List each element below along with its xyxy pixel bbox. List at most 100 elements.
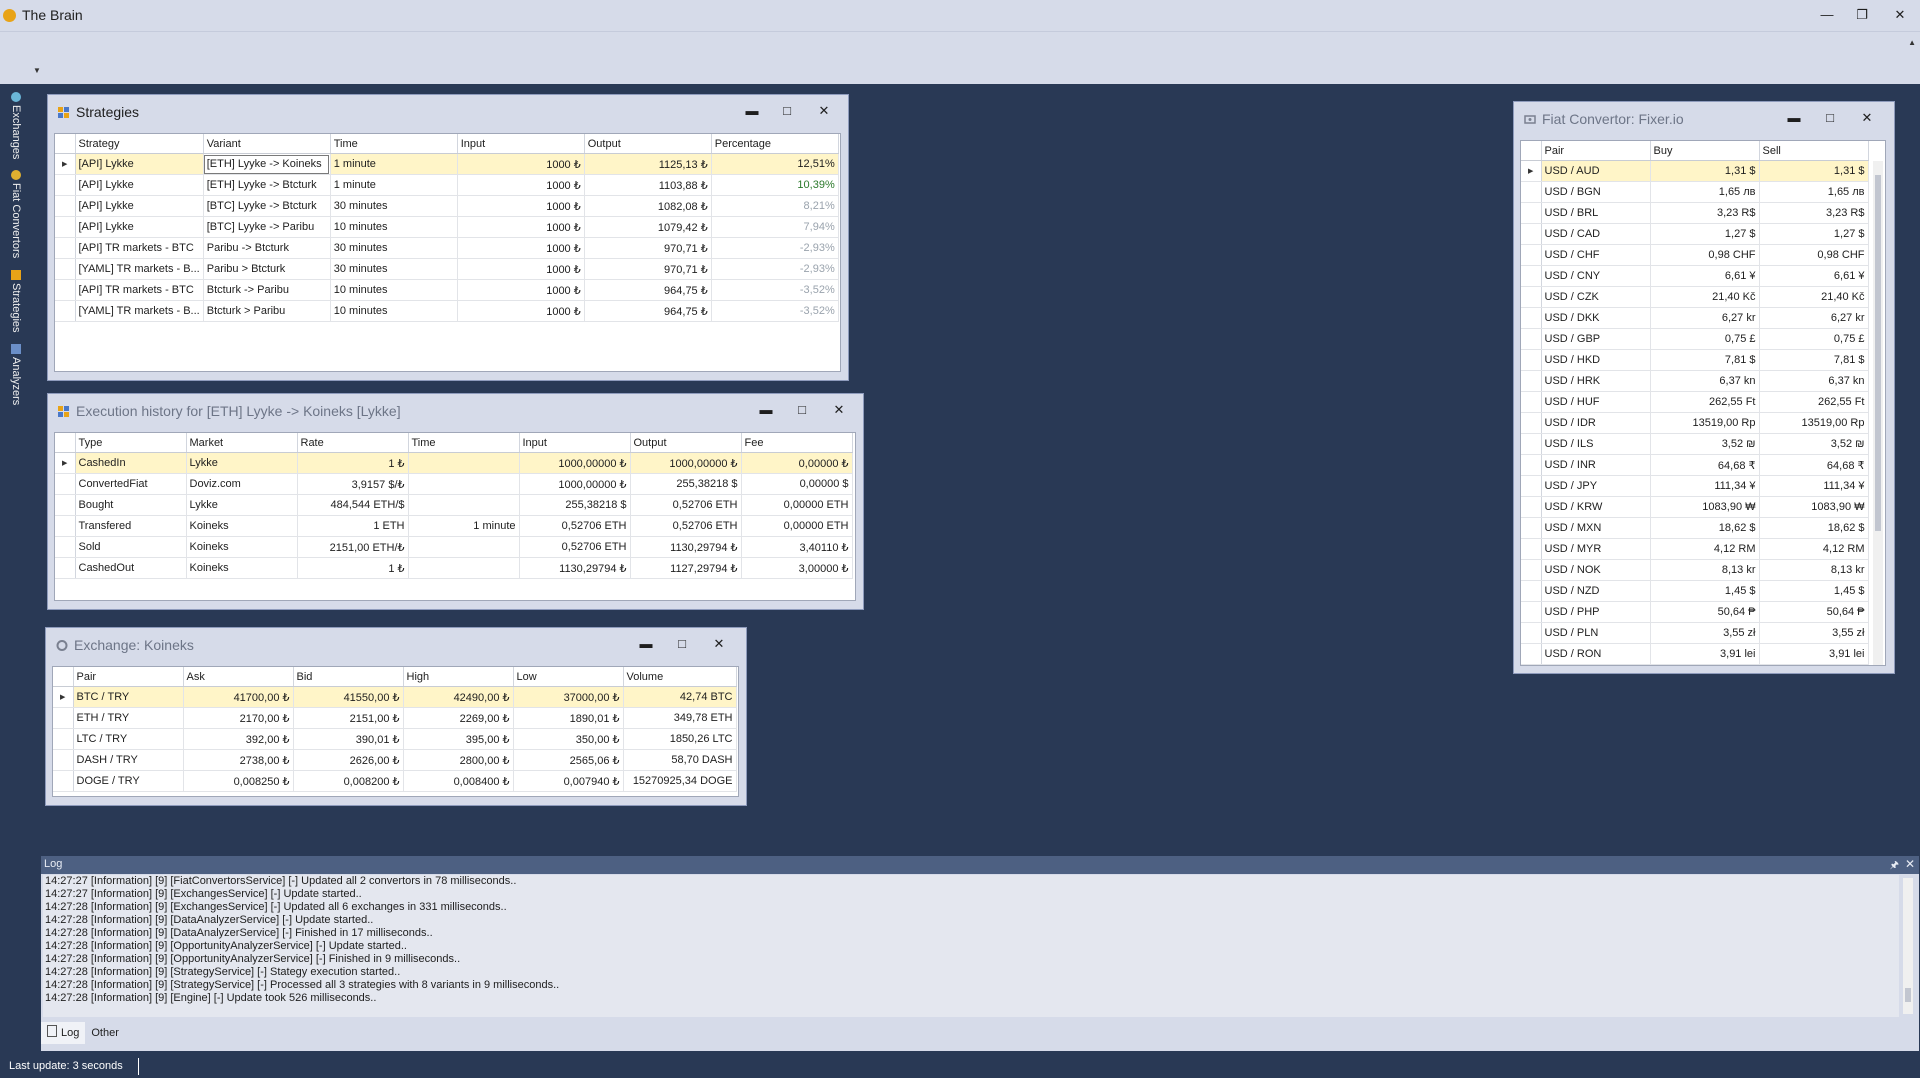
table-cell[interactable]: 3,91 lei <box>1759 643 1869 665</box>
column-header[interactable]: Low <box>513 667 624 687</box>
table-cell[interactable]: 1103,88 ₺ <box>584 174 712 196</box>
table-cell[interactable]: [YAML] TR markets - B... <box>75 258 204 280</box>
row-indicator[interactable] <box>1521 538 1542 560</box>
table-cell[interactable]: 3,23 R$ <box>1759 202 1869 224</box>
table-cell[interactable]: 2738,00 ₺ <box>183 749 294 771</box>
table-cell[interactable]: 1130,29794 ₺ <box>630 536 742 558</box>
table-cell[interactable]: 41700,00 ₺ <box>183 686 294 708</box>
table-cell[interactable]: 1000 ₺ <box>457 153 585 175</box>
table-row[interactable]: USD / JPY 111,34 ¥111,34 ¥ <box>1521 475 1869 497</box>
table-cell[interactable]: USD / CNY <box>1541 265 1651 287</box>
table-cell[interactable]: CashedIn <box>75 452 187 474</box>
table-cell[interactable]: 7,94% <box>711 216 839 238</box>
ribbon-collapse-icon[interactable]: ▲ <box>1908 38 1916 47</box>
table-cell[interactable]: BTC / TRY <box>73 686 184 708</box>
table-cell[interactable]: 1000 ₺ <box>457 174 585 196</box>
table-cell[interactable]: Paribu > Btcturk <box>203 258 331 280</box>
exchange-maximize-button[interactable]: □ <box>672 634 692 654</box>
table-cell[interactable]: 0,98 CHF <box>1759 244 1869 266</box>
table-cell[interactable]: 12,51% <box>711 153 839 175</box>
table-cell[interactable]: 21,40 Kč <box>1650 286 1760 308</box>
table-cell[interactable]: 255,38218 $ <box>630 473 742 495</box>
table-cell[interactable]: 3,52 ₪ <box>1650 433 1760 455</box>
table-cell[interactable]: 390,01 ₺ <box>293 728 404 750</box>
table-cell[interactable]: 58,70 DASH <box>623 749 737 771</box>
table-cell[interactable]: 10 minutes <box>330 279 458 301</box>
table-cell[interactable]: 1083,90 ₩ <box>1650 496 1760 518</box>
table-cell[interactable]: 1 minute <box>330 153 458 175</box>
table-cell[interactable]: USD / ILS <box>1541 433 1651 455</box>
execution-minimize-button[interactable]: ▬ <box>756 400 776 420</box>
table-cell[interactable]: 0,52706 ETH <box>519 515 631 537</box>
table-cell[interactable]: 1000,00000 ₺ <box>630 452 742 474</box>
table-cell[interactable]: 1127,29794 ₺ <box>630 557 742 579</box>
fiat-maximize-button[interactable]: □ <box>1820 108 1840 128</box>
table-cell[interactable]: 0,008250 ₺ <box>183 770 294 792</box>
table-cell[interactable]: [API] TR markets - BTC <box>75 237 204 259</box>
table-cell[interactable]: 0,75 £ <box>1650 328 1760 350</box>
table-cell[interactable]: 255,38218 $ <box>519 494 631 516</box>
table-cell[interactable]: Koineks <box>186 536 298 558</box>
row-indicator[interactable] <box>55 300 76 322</box>
column-header[interactable]: Rate <box>297 433 409 453</box>
table-cell[interactable]: USD / PLN <box>1541 622 1651 644</box>
table-cell[interactable]: -3,52% <box>711 279 839 301</box>
fiat-close-button[interactable]: ✕ <box>1857 108 1877 128</box>
table-cell[interactable]: 2565,06 ₺ <box>513 749 624 771</box>
table-row[interactable]: ▶ [API] Lykke [ETH] Lyyke -> Koineks 1 minu… <box>55 153 839 175</box>
table-cell[interactable]: 0,52706 ETH <box>630 515 742 537</box>
row-indicator[interactable] <box>1521 223 1542 245</box>
table-cell[interactable]: 6,61 ¥ <box>1759 265 1869 287</box>
table-cell[interactable]: 4,12 RM <box>1759 538 1869 560</box>
column-header[interactable]: Sell <box>1759 141 1869 161</box>
table-cell[interactable]: USD / BRL <box>1541 202 1651 224</box>
row-indicator[interactable] <box>1521 643 1542 665</box>
table-cell[interactable]: 3,52 ₪ <box>1759 433 1869 455</box>
table-cell[interactable]: USD / BGN <box>1541 181 1651 203</box>
table-cell[interactable]: 1000 ₺ <box>457 300 585 322</box>
table-cell[interactable]: Bought <box>75 494 187 516</box>
table-cell[interactable]: 0,75 £ <box>1759 328 1869 350</box>
table-row[interactable]: ConvertedFiat Doviz.com 3,9157 $/₺ 1000,000… <box>55 473 853 495</box>
row-indicator[interactable] <box>55 216 76 238</box>
row-indicator[interactable] <box>1521 517 1542 539</box>
table-row[interactable]: USD / PLN 3,55 zł 3,55 zł <box>1521 622 1869 644</box>
table-cell[interactable]: 970,71 ₺ <box>584 237 712 259</box>
row-indicator[interactable] <box>1521 202 1542 224</box>
table-cell[interactable]: 1000 ₺ <box>457 237 585 259</box>
table-cell[interactable]: ConvertedFiat <box>75 473 187 495</box>
table-row[interactable]: USD / MXN 18,62 $18,62 $ <box>1521 517 1869 539</box>
table-cell[interactable]: USD / CHF <box>1541 244 1651 266</box>
table-cell[interactable]: USD / HRK <box>1541 370 1651 392</box>
table-row[interactable]: USD / CHF 0,98 CHF 0,98 CHF <box>1521 244 1869 266</box>
execution-maximize-button[interactable]: □ <box>792 400 812 420</box>
table-cell[interactable]: 1,27 $ <box>1650 223 1760 245</box>
table-cell[interactable]: USD / KRW <box>1541 496 1651 518</box>
table-cell[interactable]: 111,34 ¥ <box>1759 475 1869 497</box>
row-indicator[interactable] <box>55 515 76 537</box>
table-row[interactable]: USD / HKD 7,81 $7,81 $ <box>1521 349 1869 371</box>
table-cell[interactable]: 2626,00 ₺ <box>293 749 404 771</box>
tab-other[interactable]: Other <box>85 1022 125 1044</box>
strategies-close-button[interactable]: ✕ <box>814 101 834 121</box>
table-cell[interactable]: [BTC] Lyyke -> Paribu <box>203 216 331 238</box>
row-indicator[interactable] <box>1521 328 1542 350</box>
table-cell[interactable]: USD / RON <box>1541 643 1651 665</box>
table-cell[interactable]: 350,00 ₺ <box>513 728 624 750</box>
fiat-minimize-button[interactable]: ▬ <box>1784 108 1804 128</box>
table-cell[interactable]: [API] Lykke <box>75 174 204 196</box>
table-row[interactable]: USD / PHP 50,64 ₱ 50,64 ₱ <box>1521 601 1869 623</box>
table-cell[interactable]: 3,55 zł <box>1759 622 1869 644</box>
table-row[interactable]: USD / MYR 4,12 RM 4,12 RM <box>1521 538 1869 560</box>
table-cell[interactable]: Btcturk > Paribu <box>203 300 331 322</box>
pin-icon[interactable]: 🖈 <box>1890 858 1899 875</box>
column-header[interactable]: Market <box>186 433 298 453</box>
table-cell[interactable]: 0,00000 ₺ <box>741 452 853 474</box>
table-row[interactable]: [YAML] TR markets - B... Btcturk > Paribu… <box>55 300 839 322</box>
table-row[interactable]: USD / DKK 6,27 kr 6,27 kr <box>1521 307 1869 329</box>
table-cell[interactable]: 262,55 Ft <box>1650 391 1760 413</box>
table-row[interactable]: ETH / TRY 2170,00 ₺ 2151,00 ₺ 2269,00 ₺ 1890… <box>53 707 737 729</box>
table-row[interactable]: USD / KRW 1083,90 ₩1083,90 ₩ <box>1521 496 1869 518</box>
column-header[interactable]: Time <box>408 433 520 453</box>
table-cell[interactable]: 15270925,34 DOGE <box>623 770 737 792</box>
